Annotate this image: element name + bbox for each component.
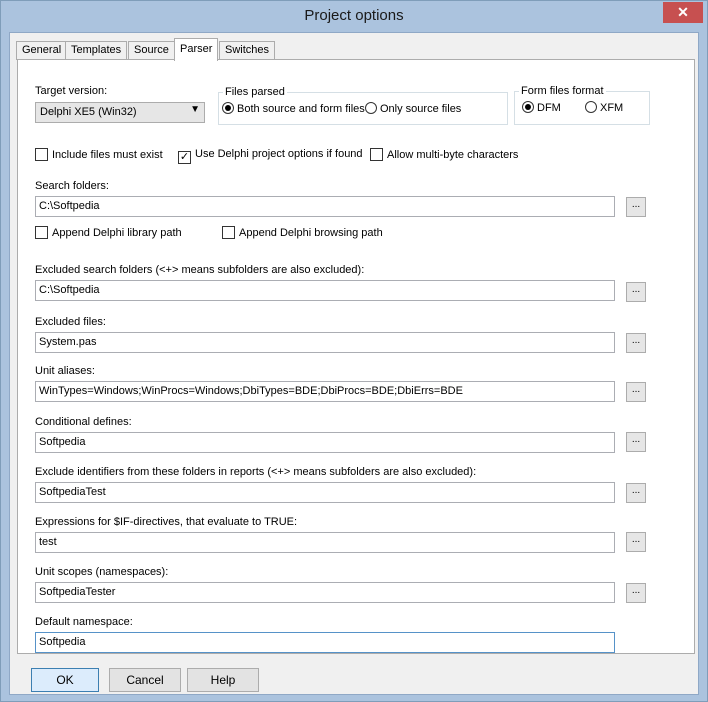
append-library-label: Append Delphi library path — [52, 227, 182, 239]
use-delphi-options-checkbox[interactable]: ✓ Use Delphi project options if found — [178, 148, 363, 164]
checkmark-icon: ✓ — [178, 151, 191, 164]
append-browsing-label: Append Delphi browsing path — [239, 227, 383, 239]
cancel-button[interactable]: Cancel — [109, 668, 181, 692]
files-parsed-group: Files parsed Both source and form files … — [218, 86, 508, 125]
radio-xfm-label: XFM — [600, 102, 624, 114]
exclude-identifiers-browse-button[interactable]: ... — [626, 483, 646, 503]
radio-both-indicator — [222, 102, 234, 114]
append-browsing-box — [222, 226, 235, 239]
search-folders-browse-button[interactable]: ... — [626, 197, 646, 217]
append-library-checkbox[interactable]: Append Delphi library path — [35, 226, 182, 239]
unit-scopes-label: Unit scopes (namespaces): — [35, 566, 169, 578]
files-parsed-title: Files parsed — [223, 86, 287, 98]
expressions-input[interactable]: test — [35, 532, 615, 553]
search-folders-label: Search folders: — [35, 180, 109, 192]
tab-parser[interactable]: Parser — [174, 38, 219, 61]
tab-source[interactable]: Source — [128, 41, 175, 60]
excluded-search-browse-button[interactable]: ... — [626, 282, 646, 302]
radio-only-source[interactable]: Only source files — [365, 102, 461, 115]
exclude-identifiers-input[interactable]: SoftpediaTest — [35, 482, 615, 503]
excluded-search-label: Excluded search folders (<+> means subfo… — [35, 264, 365, 276]
expressions-label: Expressions for $IF-directives, that eva… — [35, 516, 298, 528]
radio-dfm-label: DFM — [537, 102, 561, 114]
search-folders-input[interactable]: C:\Softpedia — [35, 196, 615, 217]
radio-only-label: Only source files — [380, 103, 462, 115]
target-version-value: Delphi XE5 (Win32) — [40, 106, 137, 118]
unit-scopes-input[interactable]: SoftpediaTester — [35, 582, 615, 603]
conditional-defines-browse-button[interactable]: ... — [626, 432, 646, 452]
excluded-files-input[interactable]: System.pas — [35, 332, 615, 353]
append-browsing-checkbox[interactable]: Append Delphi browsing path — [222, 226, 383, 239]
window-title: Project options — [304, 7, 404, 24]
include-must-exist-checkbox[interactable]: Include files must exist — [35, 148, 163, 161]
radio-xfm-indicator — [585, 101, 597, 113]
unit-aliases-browse-button[interactable]: ... — [626, 382, 646, 402]
target-version-label: Target version: — [35, 85, 108, 97]
target-version-select[interactable]: Delphi XE5 (Win32) ▼ — [35, 102, 205, 123]
tab-general[interactable]: General — [16, 41, 68, 60]
project-options-window: Project options ✕ General Templates Sour… — [0, 0, 708, 702]
default-namespace-input[interactable]: Softpedia — [35, 632, 615, 653]
allow-multibyte-checkbox[interactable]: Allow multi-byte characters — [370, 148, 518, 161]
include-must-exist-box — [35, 148, 48, 161]
chevron-down-icon: ▼ — [190, 104, 200, 115]
expressions-browse-button[interactable]: ... — [626, 532, 646, 552]
form-format-title: Form files format — [519, 85, 606, 97]
conditional-defines-input[interactable]: Softpedia — [35, 432, 615, 453]
title-bar[interactable]: Project options ✕ — [1, 1, 707, 33]
form-format-group: Form files format DFM XFM — [514, 85, 650, 125]
use-delphi-options-label: Use Delphi project options if found — [195, 148, 363, 160]
excluded-search-input[interactable]: C:\Softpedia — [35, 280, 615, 301]
close-icon[interactable]: ✕ — [663, 2, 703, 23]
include-must-exist-label: Include files must exist — [52, 149, 163, 161]
exclude-identifiers-label: Exclude identifiers from these folders i… — [35, 466, 477, 478]
dialog-client: General Templates Source Parser Switches… — [9, 32, 699, 695]
tab-switches[interactable]: Switches — [219, 41, 276, 60]
excluded-files-browse-button[interactable]: ... — [626, 333, 646, 353]
help-button[interactable]: Help — [187, 668, 259, 692]
allow-multibyte-box — [370, 148, 383, 161]
radio-both-label: Both source and form files — [237, 103, 365, 115]
conditional-defines-label: Conditional defines: — [35, 416, 132, 428]
radio-xfm[interactable]: XFM — [585, 101, 623, 114]
ok-button[interactable]: OK — [31, 668, 99, 692]
radio-only-indicator — [365, 102, 377, 114]
tab-templates[interactable]: Templates — [65, 41, 128, 60]
default-namespace-label: Default namespace: — [35, 616, 133, 628]
unit-aliases-label: Unit aliases: — [35, 365, 95, 377]
allow-multibyte-label: Allow multi-byte characters — [387, 149, 519, 161]
radio-dfm-indicator — [522, 101, 534, 113]
unit-scopes-browse-button[interactable]: ... — [626, 583, 646, 603]
radio-both-files[interactable]: Both source and form files — [222, 102, 365, 115]
excluded-files-label: Excluded files: — [35, 316, 106, 328]
unit-aliases-input[interactable]: WinTypes=Windows;WinProcs=Windows;DbiTyp… — [35, 381, 615, 402]
radio-dfm[interactable]: DFM — [522, 101, 561, 114]
append-library-box — [35, 226, 48, 239]
parser-panel: Target version: Delphi XE5 (Win32) ▼ Fil… — [17, 59, 695, 654]
